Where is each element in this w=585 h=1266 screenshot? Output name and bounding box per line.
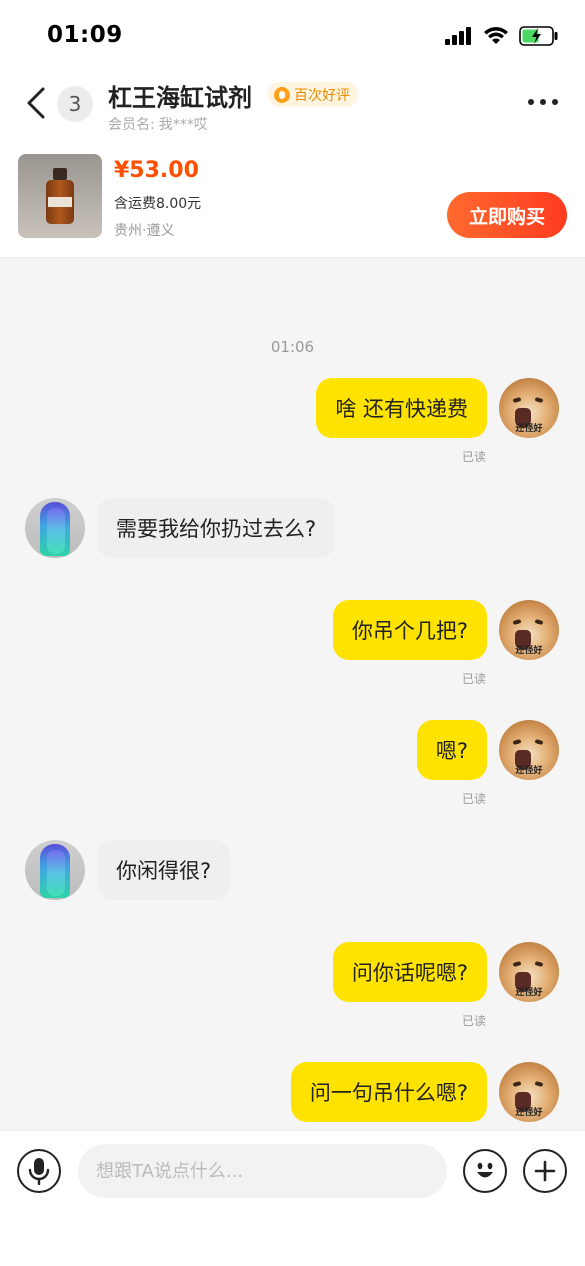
more-options-button[interactable] bbox=[525, 90, 561, 114]
battery-charging-icon bbox=[519, 26, 558, 46]
avatar-hair bbox=[47, 850, 65, 896]
my-avatar[interactable]: 还怪好 bbox=[499, 600, 559, 660]
more-dot-icon bbox=[540, 99, 546, 105]
product-price: ¥53.00 bbox=[114, 158, 199, 183]
product-location: 贵州·遵义 bbox=[114, 223, 175, 239]
avatar-eye bbox=[512, 397, 522, 403]
avatar-eye bbox=[512, 739, 522, 745]
avatar-caption: 还怪好 bbox=[515, 1108, 543, 1118]
avatar-eye bbox=[512, 961, 522, 967]
read-status: 已读 bbox=[462, 1014, 487, 1028]
plus-icon bbox=[534, 1160, 556, 1182]
bottle-cap bbox=[53, 168, 67, 180]
member-line: 会员名: 我***哎 bbox=[108, 114, 208, 134]
unread-count-badge[interactable]: 3 bbox=[57, 86, 93, 122]
status-bar: 01:09 bbox=[0, 0, 585, 72]
emoji-button[interactable] bbox=[463, 1149, 507, 1193]
outgoing-message[interactable]: 啥 还有快递费 bbox=[316, 378, 487, 438]
avatar-eye bbox=[534, 739, 544, 745]
read-status: 已读 bbox=[462, 792, 487, 806]
outgoing-message[interactable]: 你吊个几把? bbox=[332, 600, 487, 660]
review-badge-label: 百次好评 bbox=[294, 87, 350, 104]
member-name: 我***哎 bbox=[158, 117, 208, 133]
wifi-icon bbox=[484, 27, 508, 44]
more-dot-icon bbox=[552, 99, 558, 105]
avatar-caption: 还怪好 bbox=[515, 646, 543, 656]
avatar-caption: 还怪好 bbox=[515, 988, 543, 998]
input-bar bbox=[0, 1130, 585, 1266]
outgoing-message[interactable]: 问你话呢嗯? bbox=[332, 942, 487, 1002]
microphone-icon bbox=[28, 1158, 50, 1185]
read-status: 已读 bbox=[462, 450, 487, 464]
avatar-caption: 还怪好 bbox=[515, 766, 543, 776]
avatar-eye bbox=[534, 961, 544, 967]
status-icons bbox=[445, 26, 559, 46]
voice-input-button[interactable] bbox=[17, 1149, 61, 1193]
member-label: 会员名: bbox=[108, 117, 155, 133]
more-actions-button[interactable] bbox=[523, 1149, 567, 1193]
buy-now-button[interactable]: 立即购买 bbox=[447, 192, 567, 238]
my-avatar[interactable]: 还怪好 bbox=[499, 378, 559, 438]
avatar-eye bbox=[512, 1081, 522, 1087]
outgoing-message[interactable]: 问一句吊什么嗯? bbox=[290, 1062, 487, 1122]
outgoing-message[interactable]: 嗯? bbox=[416, 720, 487, 780]
shop-title[interactable]: 杠王海缸试剂 bbox=[108, 78, 252, 113]
incoming-message[interactable]: 需要我给你扔过去么? bbox=[97, 498, 336, 558]
more-dot-icon bbox=[528, 99, 534, 105]
avatar-caption: 还怪好 bbox=[515, 424, 543, 434]
avatar-eye bbox=[512, 619, 522, 625]
signal-icon bbox=[445, 27, 471, 45]
product-shipping: 含运费8.00元 bbox=[114, 196, 202, 212]
my-avatar[interactable]: 还怪好 bbox=[499, 1062, 559, 1122]
bottle-label bbox=[48, 197, 72, 207]
chat-header: 3 杠王海缸试剂 百次好评 会员名: 我***哎 ¥53.00 含运费8.00元… bbox=[0, 72, 585, 258]
seller-avatar[interactable] bbox=[25, 840, 85, 900]
message-timestamp: 01:06 bbox=[270, 338, 315, 356]
avatar-eye bbox=[534, 397, 544, 403]
chat-area[interactable]: 01:06 啥 还有快递费 还怪好 已读 需要我给你扔过去么? 你吊个几把? 还… bbox=[0, 258, 585, 1130]
status-time: 01:09 bbox=[47, 22, 123, 48]
incoming-message[interactable]: 你闲得很? bbox=[97, 840, 231, 900]
my-avatar[interactable]: 还怪好 bbox=[499, 942, 559, 1002]
review-badge[interactable]: 百次好评 bbox=[268, 82, 358, 107]
avatar-hair bbox=[47, 508, 65, 554]
medal-icon bbox=[274, 86, 290, 103]
read-status: 已读 bbox=[462, 672, 487, 686]
message-input[interactable] bbox=[78, 1144, 447, 1198]
my-avatar[interactable]: 还怪好 bbox=[499, 720, 559, 780]
avatar-eye bbox=[534, 1081, 544, 1087]
product-thumbnail[interactable] bbox=[18, 154, 102, 238]
seller-avatar[interactable] bbox=[25, 498, 85, 558]
back-button[interactable] bbox=[22, 86, 52, 120]
avatar-eye bbox=[534, 619, 544, 625]
emoji-icon bbox=[477, 1162, 493, 1178]
